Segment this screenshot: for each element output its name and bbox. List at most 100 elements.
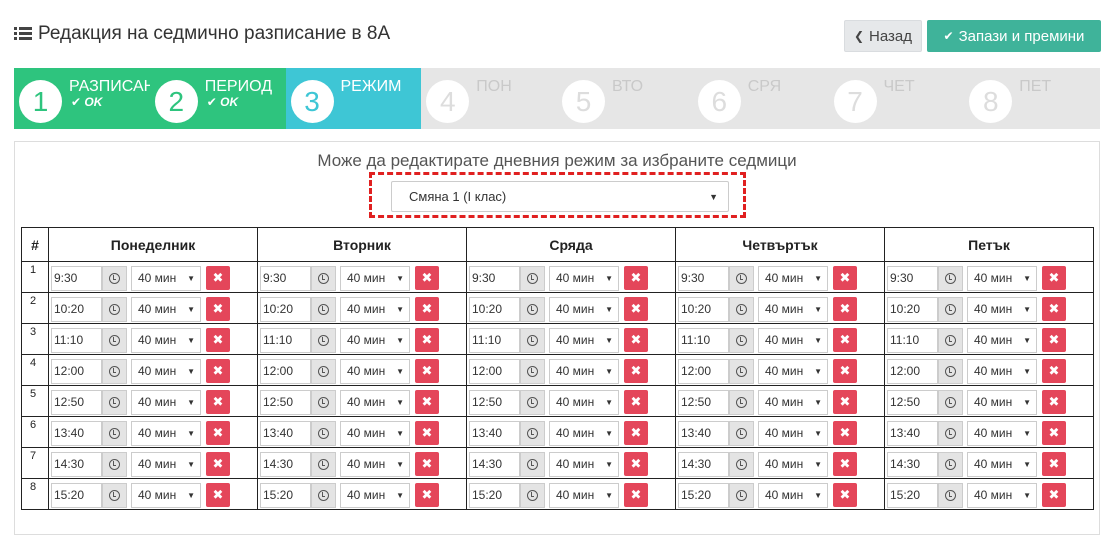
start-time-input[interactable]: 11:10 xyxy=(469,327,520,353)
start-time-input[interactable]: 12:50 xyxy=(678,389,729,415)
duration-select[interactable]: 40 мин ▼ xyxy=(549,265,619,291)
duration-select[interactable]: 40 мин ▼ xyxy=(131,296,201,322)
start-time-input[interactable]: 12:50 xyxy=(260,389,311,415)
delete-period-button[interactable]: ✖ xyxy=(206,482,230,507)
start-time-input[interactable]: 12:50 xyxy=(887,389,938,415)
start-time-input[interactable]: 14:30 xyxy=(260,451,311,477)
start-time-input[interactable]: 13:40 xyxy=(678,420,729,446)
start-time-input[interactable]: 11:10 xyxy=(51,327,102,353)
clock-icon[interactable] xyxy=(520,327,545,353)
delete-period-button[interactable]: ✖ xyxy=(833,389,857,414)
delete-period-button[interactable]: ✖ xyxy=(206,358,230,383)
clock-icon[interactable] xyxy=(938,420,963,446)
delete-period-button[interactable]: ✖ xyxy=(415,482,439,507)
start-time-input[interactable]: 10:20 xyxy=(887,296,938,322)
clock-icon[interactable] xyxy=(102,296,127,322)
clock-icon[interactable] xyxy=(938,265,963,291)
duration-select[interactable]: 40 мин ▼ xyxy=(549,482,619,508)
duration-select[interactable]: 40 мин ▼ xyxy=(131,482,201,508)
start-time-input[interactable]: 12:00 xyxy=(469,358,520,384)
delete-period-button[interactable]: ✖ xyxy=(833,420,857,445)
duration-select[interactable]: 40 мин ▼ xyxy=(758,389,828,415)
duration-select[interactable]: 40 мин ▼ xyxy=(967,358,1037,384)
duration-select[interactable]: 40 мин ▼ xyxy=(967,296,1037,322)
clock-icon[interactable] xyxy=(520,265,545,291)
start-time-input[interactable]: 12:50 xyxy=(51,389,102,415)
delete-period-button[interactable]: ✖ xyxy=(1042,482,1066,507)
clock-icon[interactable] xyxy=(729,420,754,446)
delete-period-button[interactable]: ✖ xyxy=(833,482,857,507)
delete-period-button[interactable]: ✖ xyxy=(1042,389,1066,414)
duration-select[interactable]: 40 мин ▼ xyxy=(131,327,201,353)
duration-select[interactable]: 40 мин ▼ xyxy=(340,389,410,415)
delete-period-button[interactable]: ✖ xyxy=(206,296,230,321)
clock-icon[interactable] xyxy=(729,482,754,508)
duration-select[interactable]: 40 мин ▼ xyxy=(758,358,828,384)
clock-icon[interactable] xyxy=(520,296,545,322)
back-button[interactable]: ❮ Назад xyxy=(844,20,922,52)
clock-icon[interactable] xyxy=(520,358,545,384)
delete-period-button[interactable]: ✖ xyxy=(415,327,439,352)
start-time-input[interactable]: 9:30 xyxy=(887,265,938,291)
clock-icon[interactable] xyxy=(102,327,127,353)
clock-icon[interactable] xyxy=(729,265,754,291)
start-time-input[interactable]: 12:00 xyxy=(678,358,729,384)
delete-period-button[interactable]: ✖ xyxy=(206,420,230,445)
duration-select[interactable]: 40 мин ▼ xyxy=(967,389,1037,415)
start-time-input[interactable]: 13:40 xyxy=(469,420,520,446)
delete-period-button[interactable]: ✖ xyxy=(833,265,857,290)
start-time-input[interactable]: 13:40 xyxy=(887,420,938,446)
start-time-input[interactable]: 9:30 xyxy=(51,265,102,291)
duration-select[interactable]: 40 мин ▼ xyxy=(549,420,619,446)
duration-select[interactable]: 40 мин ▼ xyxy=(758,296,828,322)
delete-period-button[interactable]: ✖ xyxy=(833,296,857,321)
wizard-step-3[interactable]: 3 РЕЖИМ xyxy=(285,68,422,129)
start-time-input[interactable]: 10:20 xyxy=(678,296,729,322)
clock-icon[interactable] xyxy=(520,451,545,477)
start-time-input[interactable]: 11:10 xyxy=(260,327,311,353)
clock-icon[interactable] xyxy=(729,296,754,322)
clock-icon[interactable] xyxy=(938,482,963,508)
clock-icon[interactable] xyxy=(311,358,336,384)
start-time-input[interactable]: 14:30 xyxy=(678,451,729,477)
start-time-input[interactable]: 13:40 xyxy=(51,420,102,446)
clock-icon[interactable] xyxy=(102,265,127,291)
delete-period-button[interactable]: ✖ xyxy=(415,389,439,414)
clock-icon[interactable] xyxy=(102,420,127,446)
delete-period-button[interactable]: ✖ xyxy=(1042,451,1066,476)
clock-icon[interactable] xyxy=(520,389,545,415)
wizard-step-1[interactable]: 1 РАЗПИСАН ✔ OK xyxy=(14,68,150,129)
clock-icon[interactable] xyxy=(311,451,336,477)
delete-period-button[interactable]: ✖ xyxy=(206,265,230,290)
clock-icon[interactable] xyxy=(938,451,963,477)
delete-period-button[interactable]: ✖ xyxy=(415,420,439,445)
wizard-step-4[interactable]: 4 ПОН xyxy=(421,68,557,129)
clock-icon[interactable] xyxy=(311,420,336,446)
clock-icon[interactable] xyxy=(102,358,127,384)
delete-period-button[interactable]: ✖ xyxy=(624,420,648,445)
delete-period-button[interactable]: ✖ xyxy=(415,296,439,321)
duration-select[interactable]: 40 мин ▼ xyxy=(758,327,828,353)
shift-select[interactable]: Смяна 1 (I клас) ▼ xyxy=(391,181,729,212)
start-time-input[interactable]: 12:00 xyxy=(260,358,311,384)
start-time-input[interactable]: 10:20 xyxy=(51,296,102,322)
wizard-step-2[interactable]: 2 ПЕРИОД ✔ OK xyxy=(149,68,286,129)
clock-icon[interactable] xyxy=(938,358,963,384)
delete-period-button[interactable]: ✖ xyxy=(624,265,648,290)
delete-period-button[interactable]: ✖ xyxy=(206,327,230,352)
clock-icon[interactable] xyxy=(729,358,754,384)
clock-icon[interactable] xyxy=(311,265,336,291)
start-time-input[interactable]: 11:10 xyxy=(678,327,729,353)
delete-period-button[interactable]: ✖ xyxy=(624,358,648,383)
start-time-input[interactable]: 14:30 xyxy=(469,451,520,477)
start-time-input[interactable]: 9:30 xyxy=(260,265,311,291)
duration-select[interactable]: 40 мин ▼ xyxy=(340,265,410,291)
duration-select[interactable]: 40 мин ▼ xyxy=(340,482,410,508)
duration-select[interactable]: 40 мин ▼ xyxy=(549,327,619,353)
duration-select[interactable]: 40 мин ▼ xyxy=(340,358,410,384)
save-and-next-button[interactable]: ✔ Запази и премини xyxy=(927,20,1101,52)
start-time-input[interactable]: 12:00 xyxy=(51,358,102,384)
delete-period-button[interactable]: ✖ xyxy=(206,451,230,476)
start-time-input[interactable]: 10:20 xyxy=(469,296,520,322)
delete-period-button[interactable]: ✖ xyxy=(833,451,857,476)
